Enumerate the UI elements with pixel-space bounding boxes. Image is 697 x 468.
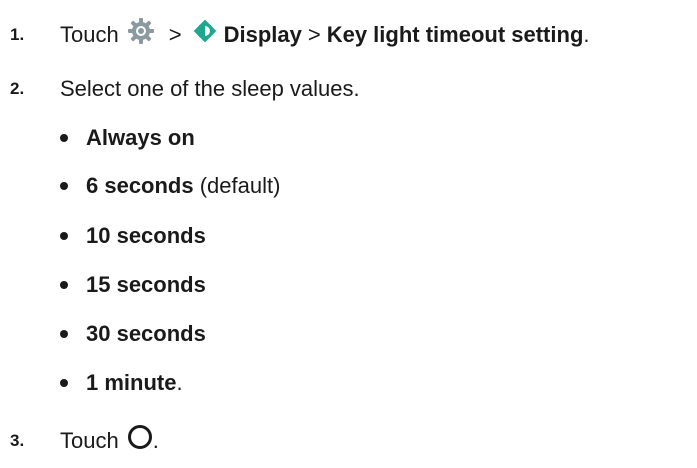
option-label: 30 seconds [86,321,206,346]
list-item: 15 seconds [60,271,206,299]
step-2: 2. Select one of the sleep values. [10,75,360,103]
step-1-text: Touch [60,21,119,47]
home-circle-icon [127,424,153,457]
option-suffix: . [176,370,183,395]
bullet-icon [60,330,68,338]
bullet-icon [60,379,68,387]
settings-gear-icon [127,17,155,52]
list-item: 1 minute . [60,369,183,397]
option-label: Always on [86,125,195,150]
key-light-timeout-label: Key light timeout setting [326,21,584,47]
step-3-trailing: . [152,427,159,453]
bullet-icon [60,281,68,289]
option-label: 6 seconds [86,173,194,198]
bullet-icon [60,182,68,190]
step-2-text: Select one of the sleep values. [60,76,360,101]
bullet-icon [60,232,68,240]
list-item: Always on [60,124,195,152]
step-3-text: Touch [60,427,119,453]
step-3: 3. Touch . [10,424,159,457]
option-suffix: (default) [193,173,281,198]
step-1-number: 1. [10,24,25,44]
list-item: 6 seconds (default) [60,172,280,200]
step-1: 1. Touch > Display > Key light timeout s… [10,17,590,52]
breadcrumb-separator: > [168,21,182,47]
step-2-number: 2. [10,79,25,98]
step-3-number: 3. [10,430,25,450]
step-1-trailing: . [583,21,590,47]
list-item: 10 seconds [60,222,206,250]
bullet-icon [60,134,68,142]
list-item: 30 seconds [60,320,206,348]
option-label: 1 minute [86,370,177,395]
instruction-document: 1. Touch > Display > Key light timeout s… [0,0,697,468]
display-brightness-icon [192,18,218,51]
display-label: Display [223,21,302,47]
breadcrumb-separator: > [307,21,321,47]
option-label: 15 seconds [86,272,206,297]
option-label: 10 seconds [86,223,206,248]
